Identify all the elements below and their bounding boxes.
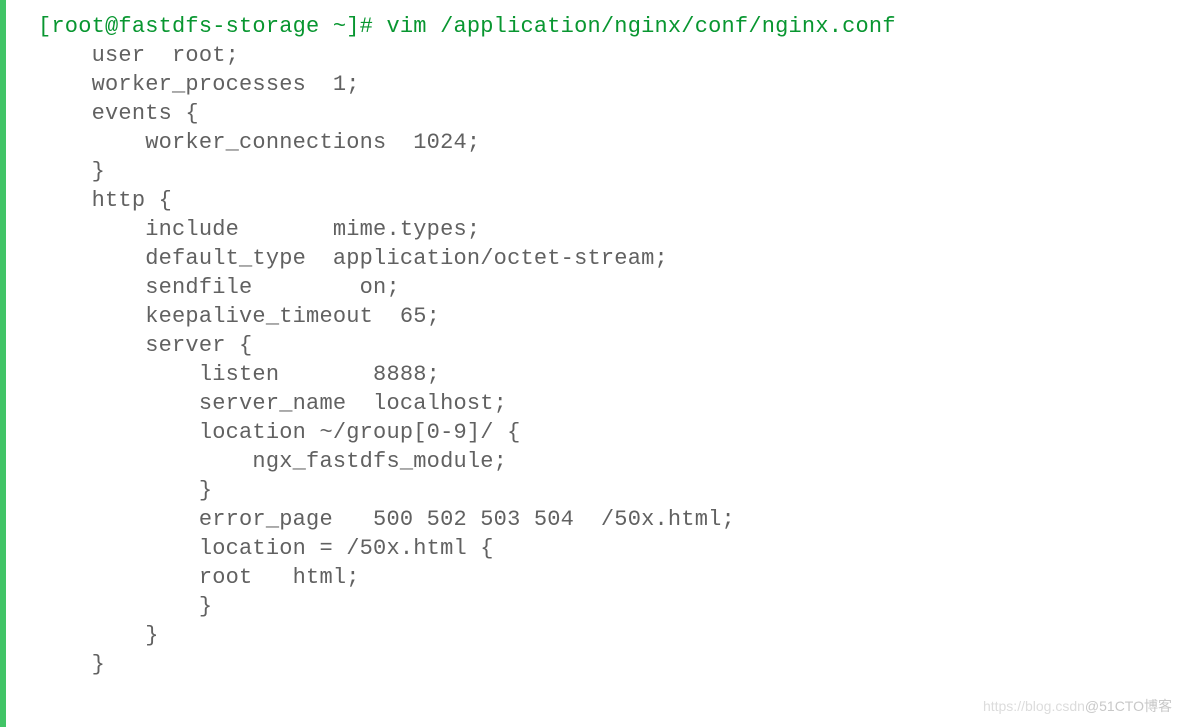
config-line: user root;	[38, 43, 239, 68]
config-line: worker_processes 1;	[38, 72, 360, 97]
config-line: ngx_fastdfs_module;	[38, 449, 507, 474]
config-line: }	[38, 652, 105, 677]
config-line: server {	[38, 333, 252, 358]
terminal-output: [root@fastdfs-storage ~]# vim /applicati…	[38, 12, 896, 679]
watermark: https://blog.csdn@51CTO博客	[983, 692, 1172, 721]
config-line: listen 8888;	[38, 362, 440, 387]
config-line: include mime.types;	[38, 217, 480, 242]
config-line: sendfile on;	[38, 275, 400, 300]
config-line: http {	[38, 188, 172, 213]
config-line: server_name localhost;	[38, 391, 507, 416]
config-line: error_page 500 502 503 504 /50x.html;	[38, 507, 735, 532]
config-line: }	[38, 478, 212, 503]
config-line: }	[38, 623, 159, 648]
watermark-right: @51CTO博客	[1085, 698, 1172, 714]
config-line: }	[38, 159, 105, 184]
config-line: keepalive_timeout 65;	[38, 304, 440, 329]
config-line: worker_connections 1024;	[38, 130, 480, 155]
shell-prompt-line: [root@fastdfs-storage ~]# vim /applicati…	[38, 14, 896, 39]
config-line: }	[38, 594, 212, 619]
config-line: root html;	[38, 565, 360, 590]
config-line: events {	[38, 101, 199, 126]
config-line: default_type application/octet-stream;	[38, 246, 668, 271]
config-line: location = /50x.html {	[38, 536, 494, 561]
accent-bar	[0, 0, 6, 727]
config-line: location ~/group[0-9]/ {	[38, 420, 520, 445]
watermark-left: https://blog.csdn	[983, 698, 1085, 714]
